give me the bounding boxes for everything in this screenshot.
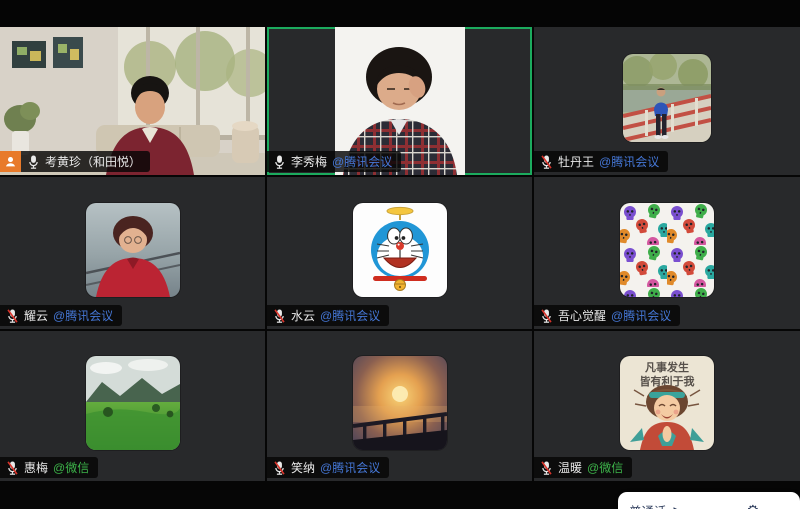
participant-label-row: 牡丹王 @腾讯会议 [534, 151, 668, 172]
participant-name: 温暖 [558, 459, 582, 476]
mic-on-icon [27, 154, 40, 170]
participant-name: 李秀梅 [291, 153, 327, 170]
window-top-bar [0, 0, 800, 27]
mic-muted-icon [6, 460, 19, 476]
participant-name: 牡丹王 [558, 153, 594, 170]
video-tile-5[interactable]: 水云 @腾讯会议 [267, 177, 532, 329]
participant-label-row: 吾心觉醒 @腾讯会议 [534, 305, 680, 326]
caption-language-label[interactable]: 普通话 [629, 501, 667, 509]
mic-muted-icon [273, 308, 286, 324]
meeting-window: 考黄珍（和田悦） [0, 0, 800, 509]
participant-name: 笑纳 [291, 459, 315, 476]
participant-name: 吾心觉醒 [558, 307, 606, 324]
caption-play-icon[interactable]: ▶ [674, 505, 681, 509]
mic-muted-icon [540, 460, 553, 476]
avatar [353, 203, 447, 297]
platform-tag: @腾讯会议 [53, 307, 113, 324]
avatar [620, 203, 714, 297]
gear-icon[interactable]: ⚙ [746, 503, 759, 509]
video-tile-8[interactable]: 笑纳 @腾讯会议 [267, 331, 532, 481]
mic-on-icon [273, 154, 286, 170]
participant-label-row: 耀云 @腾讯会议 [0, 305, 122, 326]
platform-tag: @腾讯会议 [599, 153, 659, 170]
avatar-motto-line1: 凡事发生 [645, 360, 689, 374]
platform-tag: @腾讯会议 [611, 307, 671, 324]
video-tile-2[interactable]: 李秀梅 @腾讯会议 [267, 27, 532, 175]
platform-tag: @腾讯会议 [320, 459, 380, 476]
participant-name: 耀云 [24, 307, 48, 324]
video-tile-3[interactable]: 牡丹王 @腾讯会议 [534, 27, 800, 175]
avatar [86, 356, 180, 450]
mic-muted-icon [6, 308, 19, 324]
avatar [86, 203, 180, 297]
participant-label-row: 李秀梅 @腾讯会议 [267, 151, 401, 172]
host-badge-icon [0, 151, 21, 172]
video-tile-4[interactable]: 耀云 @腾讯会议 [0, 177, 265, 329]
mic-muted-icon [540, 308, 553, 324]
participant-name: 考黄珍（和田悦） [45, 153, 141, 170]
avatar [623, 54, 711, 142]
mic-muted-icon [273, 460, 286, 476]
participant-name: 水云 [291, 307, 315, 324]
platform-tag: @微信 [587, 459, 623, 476]
participant-label-row: 温暖 @微信 [534, 457, 632, 478]
avatar: 凡事发生 皆有利于我 [620, 356, 714, 450]
avatar [353, 356, 447, 450]
participant-name: 惠梅 [24, 459, 48, 476]
platform-tag: @微信 [53, 459, 89, 476]
participant-label-row: 考黄珍（和田悦） [0, 151, 150, 172]
participant-label-row: 笑纳 @腾讯会议 [267, 457, 389, 478]
platform-tag: @腾讯会议 [332, 153, 392, 170]
video-tile-9[interactable]: 凡事发生 皆有利于我 [534, 331, 800, 481]
participant-label-row: 水云 @腾讯会议 [267, 305, 389, 326]
video-tile-6[interactable]: 吾心觉醒 @腾讯会议 [534, 177, 800, 329]
mic-muted-icon [540, 154, 553, 170]
participant-label-row: 惠梅 @微信 [0, 457, 98, 478]
video-tile-1[interactable]: 考黄珍（和田悦） [0, 27, 265, 175]
platform-tag: @腾讯会议 [320, 307, 380, 324]
video-tile-7[interactable]: 惠梅 @微信 [0, 331, 265, 481]
caption-language-popup[interactable]: 普通话 ▶ ⚙ [618, 492, 800, 509]
